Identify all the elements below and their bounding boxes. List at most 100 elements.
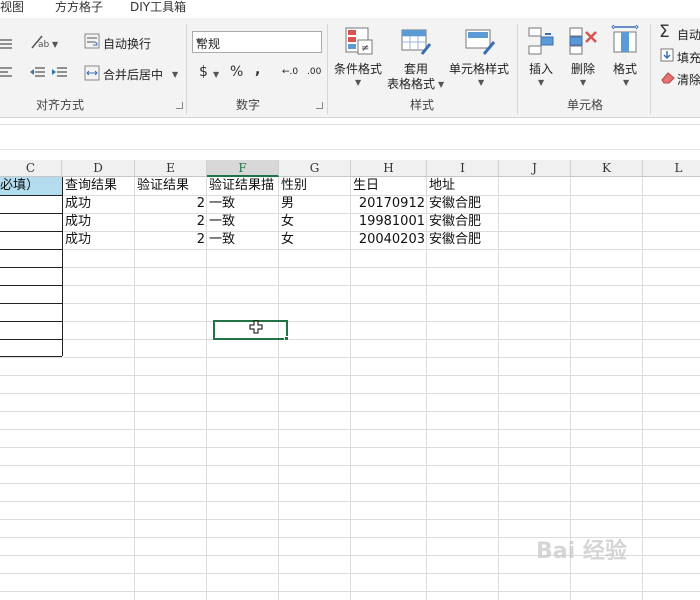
orientation-icon[interactable]: ab: [30, 34, 50, 50]
gridline: [0, 303, 700, 304]
fill-button[interactable]: 填充: [677, 49, 700, 66]
cell-c-header[interactable]: 必填）: [0, 177, 62, 195]
eraser-icon[interactable]: [660, 70, 676, 84]
gridline: [0, 375, 700, 376]
tab-fangfang[interactable]: 方方格子: [55, 0, 103, 18]
wrap-text-button[interactable]: 自动换行: [103, 35, 151, 52]
table-row-2-i[interactable]: 安徽合肥: [429, 213, 499, 231]
increase-indent-icon[interactable]: [52, 66, 68, 78]
conditional-format-icon[interactable]: ≠: [344, 26, 374, 58]
column-header-d[interactable]: D: [62, 160, 135, 177]
number-launcher-icon[interactable]: [316, 102, 323, 109]
cell-g-header[interactable]: 性别: [281, 177, 351, 195]
column-header-f[interactable]: F: [207, 160, 279, 177]
wrap-text-icon[interactable]: [84, 33, 100, 49]
table-row-2-e[interactable]: 2: [135, 213, 205, 231]
table-row-2-g[interactable]: 女: [281, 213, 351, 231]
table-row-1-i[interactable]: 安徽合肥: [429, 195, 499, 213]
merge-center-caret-icon[interactable]: ▼: [172, 70, 178, 79]
column-header-k[interactable]: K: [571, 160, 643, 177]
percent-button[interactable]: %: [230, 64, 243, 80]
delete-caret-icon[interactable]: ▼: [580, 78, 586, 87]
column-header-h[interactable]: H: [351, 160, 427, 177]
tab-diy-tools[interactable]: DIY工具箱: [130, 0, 186, 18]
table-row-2-h[interactable]: 19981001: [351, 213, 425, 231]
comma-button[interactable]: ,: [255, 62, 260, 78]
format-as-table-line2[interactable]: 表格格式: [387, 75, 435, 92]
cell-border: [0, 321, 62, 322]
conditional-format-caret-icon[interactable]: ▼: [355, 78, 361, 87]
conditional-format-button[interactable]: 条件格式: [334, 60, 382, 77]
gridline: [0, 483, 700, 484]
column-header-j[interactable]: J: [499, 160, 571, 177]
currency-caret-icon[interactable]: ▼: [213, 70, 219, 79]
autosum-button[interactable]: 自动: [677, 26, 700, 43]
column-header-e[interactable]: E: [135, 160, 207, 177]
column-header-i[interactable]: I: [427, 160, 499, 177]
format-cells-icon[interactable]: [610, 24, 642, 56]
column-header-g[interactable]: G: [279, 160, 351, 177]
increase-decimal-button[interactable]: ←.0: [282, 67, 298, 77]
delete-button[interactable]: 删除: [571, 60, 595, 77]
cell-styles-button[interactable]: 单元格样式: [449, 60, 509, 77]
gridline: [0, 321, 700, 322]
cell-f-header[interactable]: 验证结果描: [209, 177, 279, 195]
format-caret-icon[interactable]: ▼: [623, 78, 629, 87]
currency-button[interactable]: $: [199, 64, 208, 80]
table-row-1-f[interactable]: 一致: [209, 195, 279, 213]
table-row-1-d[interactable]: 成功: [65, 195, 135, 213]
orientation-caret-icon[interactable]: ▼: [52, 40, 58, 49]
column-header-l[interactable]: L: [643, 160, 700, 177]
table-row-1-h[interactable]: 20170912: [351, 195, 425, 213]
align-lines-icon[interactable]: [0, 38, 14, 50]
fill-icon[interactable]: [660, 48, 674, 62]
table-row-3-d[interactable]: 成功: [65, 231, 135, 249]
insert-cells-icon[interactable]: [527, 26, 557, 56]
insert-caret-icon[interactable]: ▼: [538, 78, 544, 87]
clear-button[interactable]: 清除: [677, 71, 700, 88]
worksheet-grid[interactable]: C D E F G H I J K L 必填） 查询结果 验证结果 验证结果描 …: [0, 160, 700, 600]
decrease-indent-icon[interactable]: [30, 66, 46, 78]
gridline: [0, 429, 700, 430]
alignment-launcher-icon[interactable]: [176, 102, 183, 109]
merge-center-button[interactable]: 合并后居中: [103, 66, 163, 83]
group-separator: [327, 24, 328, 114]
table-row-2-d[interactable]: 成功: [65, 213, 135, 231]
table-row-3-f[interactable]: 一致: [209, 231, 279, 249]
delete-cells-icon[interactable]: [568, 26, 600, 56]
format-button[interactable]: 格式: [613, 60, 637, 77]
cell-border: [0, 303, 62, 304]
column-header-c[interactable]: C: [0, 160, 62, 177]
table-row-1-e[interactable]: 2: [135, 195, 205, 213]
formula-bar[interactable]: [0, 124, 700, 150]
cell-e-header[interactable]: 验证结果: [137, 177, 207, 195]
cell-i-header[interactable]: 地址: [429, 177, 499, 195]
number-format-select[interactable]: 常规 ▼: [192, 31, 322, 53]
table-row-3-e[interactable]: 2: [135, 231, 205, 249]
table-row-3-g[interactable]: 女: [281, 231, 351, 249]
tab-view[interactable]: 视图: [0, 0, 24, 18]
decrease-decimal-button[interactable]: .00: [307, 67, 321, 77]
cells-group-label: 单元格: [567, 98, 604, 112]
ribbon-tab-bar: 视图 方方格子 DIY工具箱: [0, 0, 700, 18]
table-row-3-i[interactable]: 安徽合肥: [429, 231, 499, 249]
cell-h-header[interactable]: 生日: [353, 177, 427, 195]
group-separator: [186, 24, 187, 114]
gridline: [0, 465, 700, 466]
table-row-3-h[interactable]: 20040203: [351, 231, 425, 249]
align-left-lines-icon[interactable]: [0, 66, 14, 78]
table-row-2-f[interactable]: 一致: [209, 213, 279, 231]
cell-styles-caret-icon[interactable]: ▼: [478, 78, 484, 87]
insert-button[interactable]: 插入: [529, 60, 553, 77]
chevron-down-icon: ▼: [196, 37, 203, 46]
gridline: [0, 411, 700, 412]
cell-styles-icon[interactable]: [464, 26, 496, 58]
format-as-table-icon[interactable]: [400, 26, 432, 58]
merge-center-icon[interactable]: [84, 65, 100, 81]
gridline: [0, 249, 700, 250]
table-row-1-g[interactable]: 男: [281, 195, 351, 213]
cell-d-header[interactable]: 查询结果: [65, 177, 135, 195]
autosum-icon[interactable]: Σ: [659, 22, 670, 42]
format-as-table-caret-icon[interactable]: ▼: [438, 80, 444, 89]
fill-handle[interactable]: [284, 336, 289, 341]
